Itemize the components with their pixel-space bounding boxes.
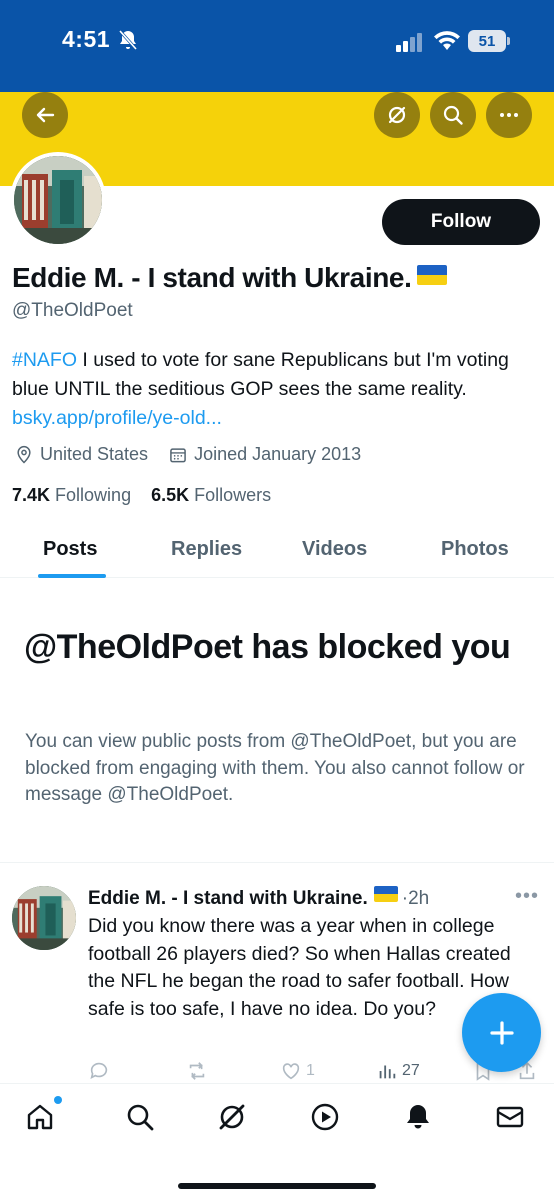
- bell-off-icon: [116, 28, 140, 52]
- nav-search[interactable]: [124, 1101, 156, 1133]
- nav-grok[interactable]: [216, 1101, 248, 1133]
- like-count: 1: [306, 1062, 315, 1079]
- nav-notifications[interactable]: [402, 1101, 434, 1133]
- display-name: Eddie M. - I stand with Ukraine.: [12, 262, 448, 294]
- home-icon: [27, 1104, 53, 1130]
- nav-video[interactable]: [309, 1101, 341, 1133]
- tab-photos[interactable]: Photos: [441, 538, 509, 561]
- search-icon: [127, 1104, 154, 1131]
- messages-icon: [496, 1106, 524, 1128]
- blocked-message: You can view public posts from @TheOldPo…: [25, 731, 525, 805]
- home-indicator: [178, 1183, 376, 1189]
- battery-level: 51: [468, 30, 506, 52]
- new-content-dot: [54, 1096, 62, 1104]
- status-time: 4:51: [62, 26, 111, 52]
- like-icon: [282, 1063, 300, 1080]
- ukraine-flag-icon: [417, 265, 448, 285]
- more-button[interactable]: [486, 92, 532, 138]
- wifi-icon: [432, 28, 462, 52]
- reply-icon: [90, 1062, 108, 1079]
- grok-icon: [388, 106, 406, 124]
- post-text: Did you know there was a year when in co…: [88, 915, 511, 1020]
- video-icon: [311, 1103, 339, 1131]
- tab-videos[interactable]: Videos: [302, 538, 367, 561]
- back-arrow-icon: [36, 107, 55, 123]
- reply-button[interactable]: [88, 1060, 114, 1082]
- repost-icon: [189, 1062, 205, 1080]
- like-button[interactable]: 1: [280, 1060, 315, 1082]
- nav-messages[interactable]: [494, 1101, 526, 1133]
- followers-link[interactable]: 6.5K Followers: [151, 485, 271, 505]
- views-count: 27: [402, 1062, 420, 1079]
- tab-posts[interactable]: Posts: [43, 538, 97, 561]
- follow-button[interactable]: Follow: [382, 199, 540, 245]
- profile-tabs: Posts Replies Videos Photos: [0, 530, 554, 578]
- views-button[interactable]: 27: [376, 1060, 420, 1082]
- search-button[interactable]: [430, 92, 476, 138]
- divider: [0, 862, 554, 863]
- hashtag-link[interactable]: #NAFO: [12, 349, 77, 371]
- repost-button[interactable]: [186, 1060, 212, 1082]
- views-icon: [379, 1065, 396, 1079]
- active-tab-indicator: [38, 574, 106, 578]
- follow-counts: 7.4K Following 6.5K Followers: [12, 485, 271, 506]
- calendar-icon: [170, 447, 186, 462]
- bio-link[interactable]: bsky.app/profile/ye-old...: [12, 407, 222, 429]
- profile-joined: Joined January 2013: [194, 444, 362, 464]
- post-author[interactable]: Eddie M. - I stand with Ukraine.: [88, 888, 368, 909]
- grok-button[interactable]: [374, 92, 420, 138]
- search-icon: [443, 105, 463, 125]
- grok-icon: [219, 1104, 245, 1130]
- profile-bio: #NAFO I used to vote for sane Republican…: [12, 346, 542, 433]
- bio-text: I used to vote for sane Republicans but …: [12, 349, 509, 400]
- plus-icon: [489, 1020, 514, 1045]
- profile-meta: United States Joined January 2013: [14, 444, 381, 465]
- post-header: Eddie M. - I stand with Ukraine. ·2h: [88, 886, 429, 910]
- tab-replies[interactable]: Replies: [171, 538, 242, 561]
- nav-home[interactable]: [24, 1101, 56, 1133]
- location-pin-icon: [17, 445, 31, 464]
- blocked-title: @TheOldPoet has blocked you: [24, 628, 511, 666]
- profile-location: United States: [40, 444, 149, 464]
- following-link[interactable]: 7.4K Following: [12, 485, 131, 505]
- more-icon: [500, 113, 518, 117]
- signal-icon: [396, 32, 424, 52]
- post-actions: 1 27: [0, 1060, 554, 1084]
- back-button[interactable]: [22, 92, 68, 138]
- compose-button[interactable]: [462, 993, 541, 1072]
- ukraine-flag-icon: [373, 886, 398, 902]
- post-avatar[interactable]: [12, 886, 76, 950]
- battery-indicator: 51: [468, 30, 510, 52]
- post-time: ·2h: [401, 888, 430, 909]
- profile-handle: @TheOldPoet: [12, 300, 133, 321]
- notifications-icon: [407, 1105, 429, 1129]
- profile-avatar[interactable]: [10, 152, 106, 248]
- post-more-icon[interactable]: •••: [515, 885, 539, 908]
